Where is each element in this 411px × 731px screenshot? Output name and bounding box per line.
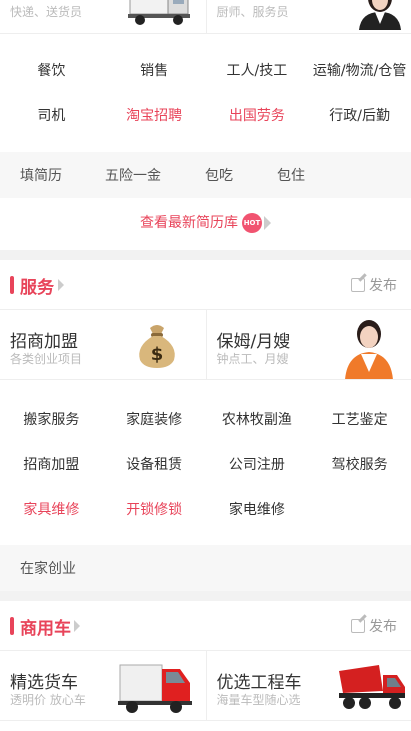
job-category-grid: 餐饮 销售 工人/技工 运输/物流/仓管 司机 淘宝招聘 出国劳务 行政/后勤 [0, 34, 411, 152]
chef-job-card[interactable]: 厨师、服务员 [205, 0, 411, 33]
job-tag-bar: 填简历 五险一金 包吃 包住 [0, 152, 411, 198]
service-category-chip[interactable]: 家具维修 [0, 499, 103, 544]
service-card-row: 招商加盟 各类创业项目 $ 保姆/月嫂 钟点工、月嫂 [0, 310, 411, 380]
job-category-chip[interactable]: 司机 [0, 105, 103, 150]
chevron-right-icon [264, 216, 271, 230]
edit-icon [351, 278, 365, 292]
service-section-header: 服务 发布 [0, 260, 411, 310]
service-tag-bar: 在家创业 [0, 545, 411, 591]
section-separator [0, 591, 411, 601]
service-category-chip[interactable]: 招商加盟 [0, 454, 103, 499]
resume-library-label: 查看最新简历库 [140, 215, 238, 231]
service-tag[interactable]: 在家创业 [20, 558, 76, 578]
service-section-title[interactable]: 服务 [20, 273, 54, 298]
card-subtitle: 钟点工、月嫂 [216, 352, 289, 366]
job-category-chip[interactable]: 销售 [103, 60, 206, 105]
commercial-card-row: 精选货车 透明价 放心车 优选工程车 海量车型随心选 [0, 651, 411, 721]
hot-badge: HOT [242, 213, 262, 233]
card-subtitle: 各类创业项目 [10, 352, 83, 366]
publish-label: 发布 [369, 619, 397, 635]
service-category-chip[interactable]: 设备租赁 [103, 454, 206, 499]
resume-library-link[interactable]: 查看最新简历库 HOT [0, 198, 411, 250]
truck-icon [128, 0, 190, 25]
job-category-chip[interactable]: 行政/后勤 [308, 105, 411, 150]
commercial-section-header: 商用车 发布 [0, 601, 411, 651]
card-subtitle: 透明价 放心车 [10, 693, 86, 707]
section-separator [0, 250, 411, 260]
card-title: 优选工程车 [216, 673, 302, 693]
franchise-card[interactable]: 招商加盟 各类创业项目 $ [0, 310, 206, 379]
job-tag[interactable]: 填简历 [20, 165, 62, 185]
waitress-avatar [358, 0, 401, 30]
service-category-grid: 搬家服务 家庭装修 农林牧副渔 工艺鉴定 招商加盟 设备租赁 公司注册 驾校服务… [0, 380, 411, 545]
card-title: 精选货车 [10, 673, 78, 693]
section-marker [10, 617, 14, 635]
engineering-vehicle-card[interactable]: 优选工程车 海量车型随心选 [205, 651, 411, 720]
service-publish-button[interactable]: 发布 [351, 275, 397, 295]
service-category-chip[interactable]: 开锁修锁 [103, 499, 206, 544]
service-category-chip[interactable]: 搬家服务 [0, 409, 103, 454]
chevron-right-icon [74, 620, 80, 632]
job-category-chip[interactable]: 运输/物流/仓管 [308, 60, 411, 105]
nanny-card[interactable]: 保姆/月嫂 钟点工、月嫂 [205, 310, 411, 379]
money-bag-icon: $ [139, 325, 175, 368]
top-card-row: 快递、送货员 厨师、服务员 [0, 0, 411, 34]
service-category-chip[interactable]: 家庭装修 [103, 409, 206, 454]
job-tag[interactable]: 包住 [277, 165, 305, 185]
edit-icon [351, 619, 365, 633]
service-category-chip[interactable]: 公司注册 [206, 454, 309, 499]
commercial-publish-button[interactable]: 发布 [351, 616, 397, 636]
card-subtitle: 海量车型随心选 [216, 693, 301, 707]
publish-label: 发布 [369, 278, 397, 294]
section-marker [10, 276, 14, 294]
chevron-right-icon [58, 279, 64, 291]
job-tag[interactable]: 五险一金 [105, 165, 161, 185]
job-category-chip[interactable]: 工人/技工 [206, 60, 309, 105]
commercial-section-title[interactable]: 商用车 [20, 614, 71, 639]
card-subtitle: 厨师、服务员 [216, 5, 289, 19]
job-category-chip[interactable]: 淘宝招聘 [103, 105, 206, 150]
service-category-chip[interactable]: 家电维修 [206, 499, 309, 544]
service-category-chip[interactable]: 农林牧副渔 [206, 409, 309, 454]
nanny-avatar [344, 320, 393, 379]
job-category-chip[interactable]: 出国劳务 [206, 105, 309, 150]
service-category-chip[interactable]: 工艺鉴定 [308, 409, 411, 454]
card-title: 招商加盟 [10, 332, 78, 352]
card-title: 保姆/月嫂 [216, 332, 291, 352]
job-category-chip[interactable]: 餐饮 [0, 60, 103, 105]
card-subtitle: 快递、送货员 [10, 5, 83, 19]
truck-card[interactable]: 精选货车 透明价 放心车 [0, 651, 206, 720]
svg-text:$: $ [151, 344, 164, 365]
service-category-chip[interactable]: 驾校服务 [308, 454, 411, 499]
dump-truck-icon [338, 665, 405, 709]
cargo-truck-icon [118, 664, 192, 713]
job-tag[interactable]: 包吃 [205, 165, 233, 185]
delivery-job-card[interactable]: 快递、送货员 [0, 0, 206, 33]
